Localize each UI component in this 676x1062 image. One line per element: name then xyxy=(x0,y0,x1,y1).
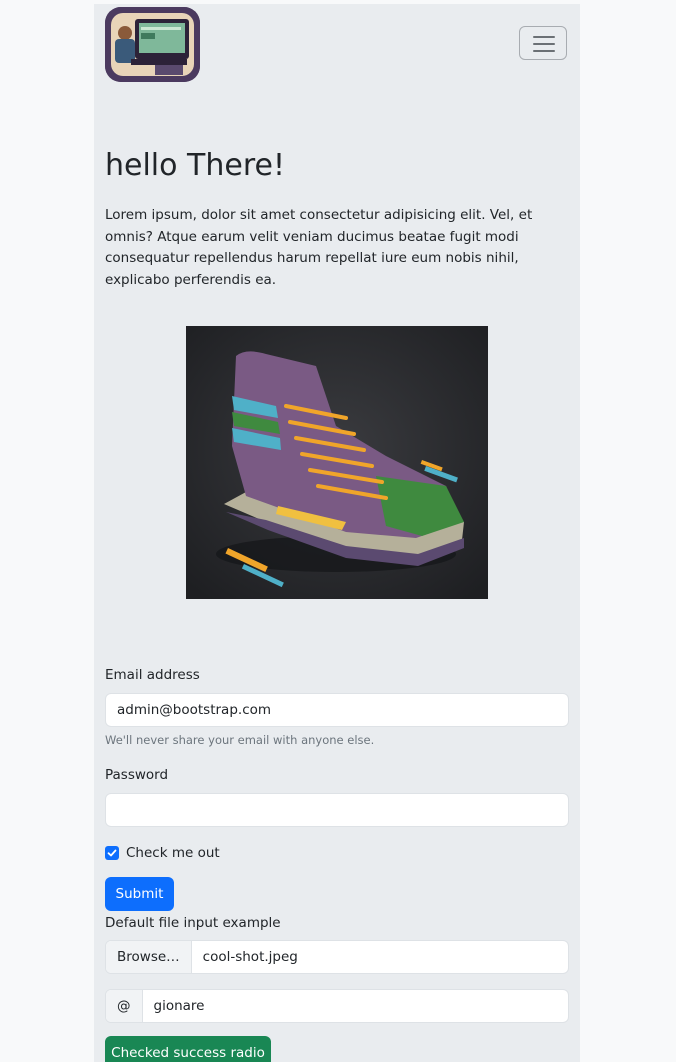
check-me-out-row: Check me out xyxy=(105,844,220,862)
submit-button[interactable]: Submit xyxy=(105,877,174,911)
check-me-out-checkbox[interactable] xyxy=(105,846,119,860)
password-label: Password xyxy=(105,767,169,783)
hamburger-icon xyxy=(533,36,555,52)
checkbox-label: Check me out xyxy=(126,845,220,861)
password-input[interactable] xyxy=(105,793,569,827)
sneaker-illustration xyxy=(186,326,488,599)
email-help-text: We'll never share your email with anyone… xyxy=(105,733,375,747)
username-input-group: @ gionare xyxy=(105,989,569,1023)
checkmark-icon xyxy=(107,849,117,857)
sneaker-image xyxy=(186,326,488,599)
at-prefix: @ xyxy=(106,990,143,1022)
email-input[interactable] xyxy=(105,693,569,727)
file-browse-button[interactable]: Browse… xyxy=(106,941,192,973)
navbar xyxy=(94,4,580,82)
file-input-label: Default file input example xyxy=(105,915,281,931)
email-label: Email address xyxy=(105,667,200,683)
navbar-toggle-button[interactable] xyxy=(519,26,567,60)
page-title: hello There! xyxy=(105,148,285,183)
intro-paragraph: Lorem ipsum, dolor sit amet consectetur … xyxy=(105,207,533,288)
checked-success-radio-button[interactable]: Checked success radio xyxy=(105,1036,271,1062)
file-input[interactable]: Browse… cool-shot.jpeg xyxy=(105,940,569,974)
main-container: hello There! Lorem ipsum, dolor sit amet… xyxy=(94,4,580,1062)
file-name: cool-shot.jpeg xyxy=(202,949,298,965)
logo-illustration xyxy=(105,7,200,82)
username-input[interactable]: gionare xyxy=(143,990,216,1022)
logo[interactable] xyxy=(105,7,200,82)
